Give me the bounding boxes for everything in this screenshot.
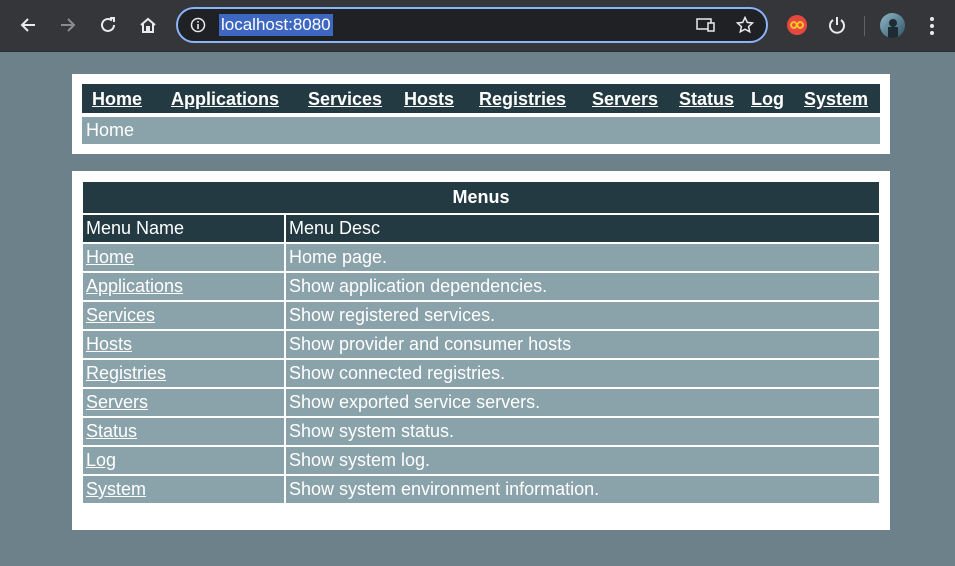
table-row: Registries Show connected registries. <box>81 358 881 389</box>
nav-status-link[interactable]: Status <box>679 89 734 110</box>
nav-registries-link[interactable]: Registries <box>479 89 566 110</box>
top-navigation: Home Applications Services Hosts Registr… <box>81 83 881 114</box>
menu-desc: Show system environment information. <box>284 474 881 505</box>
menu-link-home[interactable]: Home <box>86 247 134 267</box>
menus-table: Menus Menu Name Menu Desc Home Home page… <box>81 180 881 505</box>
infinity-extension-icon[interactable] <box>785 13 809 37</box>
table-header-row: Menu Name Menu Desc <box>81 213 881 244</box>
table-row: Home Home page. <box>81 242 881 273</box>
menu-link-hosts[interactable]: Hosts <box>86 334 132 354</box>
reload-icon[interactable] <box>93 10 123 40</box>
url-text[interactable]: localhost:8080 <box>219 14 333 36</box>
menus-table-title: Menus <box>81 180 881 215</box>
nav-hosts-link[interactable]: Hosts <box>404 89 454 110</box>
table-row: Hosts Show provider and consumer hosts <box>81 329 881 360</box>
more-menu-icon[interactable] <box>924 14 940 38</box>
menu-desc: Show application dependencies. <box>284 271 881 302</box>
column-header-menu-name: Menu Name <box>81 213 286 244</box>
toolbar-divider <box>864 16 865 36</box>
menu-link-services[interactable]: Services <box>86 305 155 325</box>
nav-servers-link[interactable]: Servers <box>592 89 658 110</box>
menu-desc: Show provider and consumer hosts <box>284 329 881 360</box>
nav-services-link[interactable]: Services <box>308 89 382 110</box>
breadcrumb: Home <box>81 116 881 145</box>
power-icon[interactable] <box>825 13 849 37</box>
info-icon[interactable] <box>190 17 206 33</box>
menu-desc: Show system status. <box>284 416 881 447</box>
menu-link-servers[interactable]: Servers <box>86 392 148 412</box>
bookmark-star-icon[interactable] <box>736 16 754 34</box>
back-arrow-icon[interactable] <box>13 10 43 40</box>
menu-link-applications[interactable]: Applications <box>86 276 183 296</box>
nav-log-link[interactable]: Log <box>751 89 784 110</box>
menu-link-status[interactable]: Status <box>86 421 137 441</box>
menu-link-system[interactable]: System <box>86 479 146 499</box>
menu-desc: Show registered services. <box>284 300 881 331</box>
home-icon[interactable] <box>133 10 163 40</box>
table-row: System Show system environment informati… <box>81 474 881 505</box>
menu-desc: Show exported service servers. <box>284 387 881 418</box>
table-row: Applications Show application dependenci… <box>81 271 881 302</box>
nav-applications-link[interactable]: Applications <box>171 89 279 110</box>
profile-avatar[interactable] <box>880 13 905 38</box>
forward-arrow-icon[interactable] <box>53 10 83 40</box>
menu-desc: Show system log. <box>284 445 881 476</box>
column-header-menu-desc: Menu Desc <box>284 213 881 244</box>
table-row: Log Show system log. <box>81 445 881 476</box>
address-bar[interactable]: localhost:8080 <box>176 7 768 43</box>
menu-desc: Home page. <box>284 242 881 273</box>
table-row: Servers Show exported service servers. <box>81 387 881 418</box>
cast-icon[interactable] <box>696 17 716 33</box>
table-row: Status Show system status. <box>81 416 881 447</box>
menu-link-registries[interactable]: Registries <box>86 363 166 383</box>
nav-panel: Home Applications Services Hosts Registr… <box>72 74 890 154</box>
nav-home-link[interactable]: Home <box>92 89 142 110</box>
nav-system-link[interactable]: System <box>804 89 868 110</box>
browser-toolbar: localhost:8080 <box>0 0 955 52</box>
menu-link-log[interactable]: Log <box>86 450 116 470</box>
menus-panel: Menus Menu Name Menu Desc Home Home page… <box>72 171 890 530</box>
table-row: Services Show registered services. <box>81 300 881 331</box>
menu-desc: Show connected registries. <box>284 358 881 389</box>
